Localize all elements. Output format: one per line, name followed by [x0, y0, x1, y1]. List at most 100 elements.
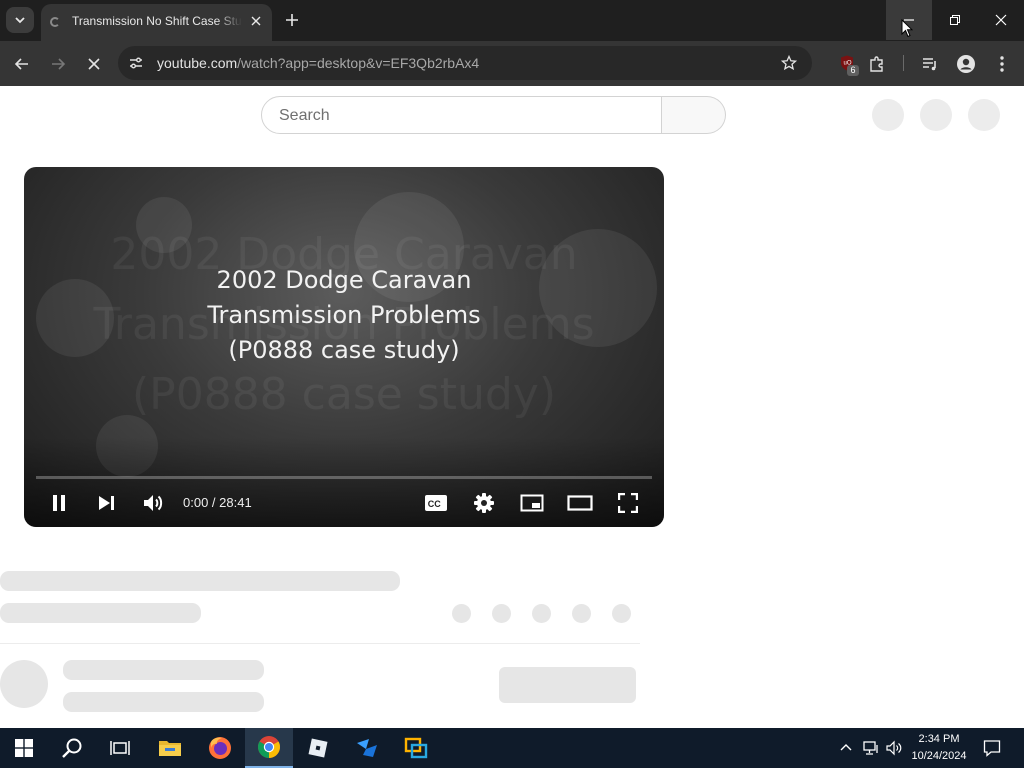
arrow-right-icon [52, 58, 66, 70]
time-current: 0:00 [183, 495, 209, 510]
address-bar[interactable]: youtube.com/watch?app=desktop&v=EF3Qb2rb… [118, 46, 812, 80]
file-explorer-button[interactable] [146, 728, 194, 768]
subscribe-button-skeleton [499, 667, 636, 703]
action-skeleton [492, 604, 511, 623]
toolbar-divider [903, 55, 904, 71]
extension-badge-count: 6 [847, 65, 859, 76]
task-view-button[interactable] [96, 728, 144, 768]
action-skeleton [572, 604, 591, 623]
header-button-placeholder[interactable] [920, 99, 952, 131]
restore-button[interactable] [932, 0, 978, 40]
firefox-icon [209, 737, 231, 759]
video-title-line: (P0888 case study) [228, 336, 460, 364]
multi-window-icon [404, 737, 428, 759]
roblox-icon [308, 738, 328, 758]
media-controls-button[interactable] [919, 53, 941, 75]
roblox-player-button[interactable] [294, 728, 342, 768]
chevron-up-icon[interactable] [840, 742, 852, 752]
video-ghost-text: (P0888 case study) [132, 369, 556, 420]
browser-tab-strip: Transmission No Shift Case Study [0, 0, 1024, 41]
chrome-icon [258, 736, 280, 758]
tab-search-button[interactable] [6, 7, 34, 33]
queue-music-icon [923, 58, 936, 71]
closed-captions-icon: CC [425, 495, 447, 511]
chrome-menu-button[interactable] [991, 53, 1013, 75]
back-button[interactable] [11, 53, 33, 75]
mouse-cursor-icon [901, 19, 913, 38]
plus-icon [286, 14, 298, 26]
video-title-line: Transmission Problems [207, 301, 481, 329]
profile-icon [957, 55, 975, 73]
forward-button[interactable] [47, 53, 69, 75]
fullscreen-button[interactable] [615, 489, 641, 517]
puzzle-icon [870, 56, 883, 72]
volume-icon[interactable] [885, 740, 903, 756]
clock-time: 2:34 PM [918, 733, 960, 745]
ublock-extension-button[interactable]: uO 6 [840, 55, 859, 76]
settings-button[interactable] [471, 489, 497, 517]
action-skeleton [452, 604, 471, 623]
url-path: /watch?app=desktop&v=EF3Qb2rbAx4 [237, 55, 480, 71]
skip-next-icon [99, 496, 114, 510]
url-text: youtube.com/watch?app=desktop&v=EF3Qb2rb… [157, 55, 479, 71]
subtitles-button[interactable]: CC [423, 489, 449, 517]
multitasking-app-button[interactable] [392, 728, 440, 768]
action-skeleton [612, 604, 631, 623]
star-icon[interactable] [781, 55, 797, 71]
new-tab-button[interactable] [282, 10, 302, 30]
more-vertical-icon [1000, 56, 1004, 72]
close-icon [251, 16, 261, 26]
extensions-button[interactable] [866, 53, 888, 75]
next-button[interactable] [93, 489, 119, 517]
site-settings-icon [130, 57, 142, 69]
video-player[interactable]: 2002 Dodge Caravan Transmission Problems… [24, 167, 664, 527]
progress-bar[interactable] [36, 476, 652, 479]
theater-mode-button[interactable] [567, 489, 593, 517]
fullscreen-icon [618, 493, 638, 513]
avatar-placeholder[interactable] [968, 99, 1000, 131]
action-skeleton [532, 604, 551, 623]
taskbar-clock[interactable]: 2:34 PM 10/24/2024 [905, 731, 973, 765]
roblox-studio-button[interactable] [343, 728, 391, 768]
stop-loading-button[interactable] [83, 53, 105, 75]
notifications-icon[interactable] [983, 739, 1001, 757]
section-divider [0, 643, 640, 644]
avatar-skeleton [0, 660, 48, 708]
miniplayer-button[interactable] [519, 489, 545, 517]
close-icon [88, 58, 100, 70]
subscriber-count-skeleton [63, 692, 264, 712]
task-view-icon [110, 741, 130, 755]
video-title-card: 2002 Dodge Caravan Transmission Problems… [24, 263, 664, 368]
time-total: 28:41 [219, 495, 252, 510]
firefox-button[interactable] [196, 728, 244, 768]
start-button[interactable] [0, 728, 48, 768]
network-icon[interactable] [862, 740, 880, 756]
windows-taskbar: 2:34 PM 10/24/2024 [0, 728, 1024, 768]
browser-tab[interactable]: Transmission No Shift Case Study [41, 4, 272, 41]
chevron-down-icon [15, 17, 25, 24]
tab-close-button[interactable] [247, 12, 265, 30]
channel-skeleton [0, 603, 201, 623]
chrome-taskbar-button[interactable] [245, 728, 293, 768]
folder-icon [159, 741, 181, 756]
video-time: 0:00 / 28:41 [183, 495, 252, 510]
browser-toolbar: youtube.com/watch?app=desktop&v=EF3Qb2rb… [0, 41, 1024, 86]
search-button[interactable] [662, 96, 726, 134]
tab-title: Transmission No Shift Case Study [72, 14, 242, 28]
title-skeleton [0, 571, 400, 591]
url-domain: youtube.com [157, 55, 238, 71]
volume-button[interactable] [140, 489, 166, 517]
video-title-line: 2002 Dodge Caravan [216, 266, 472, 294]
loading-spinner-icon [50, 17, 60, 27]
youtube-search-box[interactable] [261, 96, 662, 134]
close-window-button[interactable] [978, 0, 1024, 40]
roblox-studio-icon [357, 739, 377, 757]
taskbar-search-button[interactable] [48, 728, 96, 768]
pause-button[interactable] [46, 489, 72, 517]
channel-name-skeleton [63, 660, 264, 680]
gear-icon [474, 493, 494, 513]
header-button-placeholder[interactable] [872, 99, 904, 131]
search-input[interactable] [277, 105, 641, 127]
pause-icon [53, 495, 65, 511]
profile-button[interactable] [955, 53, 977, 75]
